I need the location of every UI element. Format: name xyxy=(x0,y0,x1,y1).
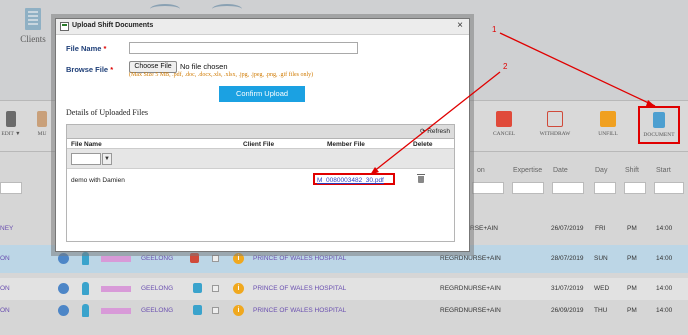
annotation-marker-2: 2 xyxy=(503,62,508,71)
annotation-marker-1: 1 xyxy=(492,25,497,34)
annotation-arrow-2 xyxy=(370,71,501,175)
annotation-arrow-1 xyxy=(499,32,656,107)
annotation-overlay xyxy=(370,32,656,175)
